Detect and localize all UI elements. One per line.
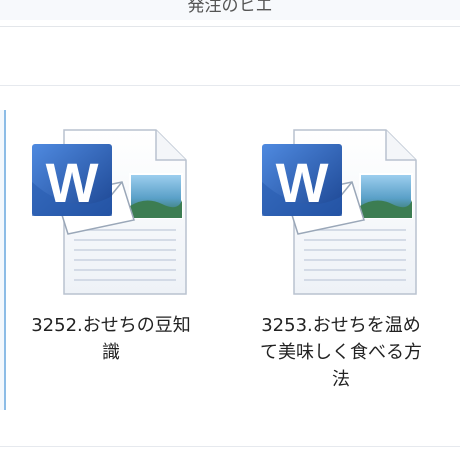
file-name-label: 3252.おせちの豆知識 [31, 315, 191, 363]
address-bar-divider [0, 85, 460, 86]
file-item[interactable]: W 3252.おせちの豆知識 [26, 122, 196, 366]
explorer-window: 発注のヒエ W 3252.おせちの豆知識 W 3253.おせちを温めて美味しく食… [0, 0, 460, 460]
svg-text:W: W [276, 151, 329, 214]
word-document-icon: W [256, 122, 426, 302]
window-title: 発注のヒエ [187, 0, 273, 16]
file-item[interactable]: W 3253.おせちを温めて美味しく食べる方法 [256, 122, 426, 393]
ribbon-divider [0, 26, 460, 27]
title-bar: 発注のヒエ [0, 0, 460, 20]
navigation-pane-edge[interactable] [0, 110, 6, 410]
file-name-label: 3253.おせちを温めて美味しく食べる方法 [260, 315, 422, 390]
svg-text:W: W [46, 151, 99, 214]
word-document-icon: W [26, 122, 196, 302]
status-divider [0, 446, 460, 447]
